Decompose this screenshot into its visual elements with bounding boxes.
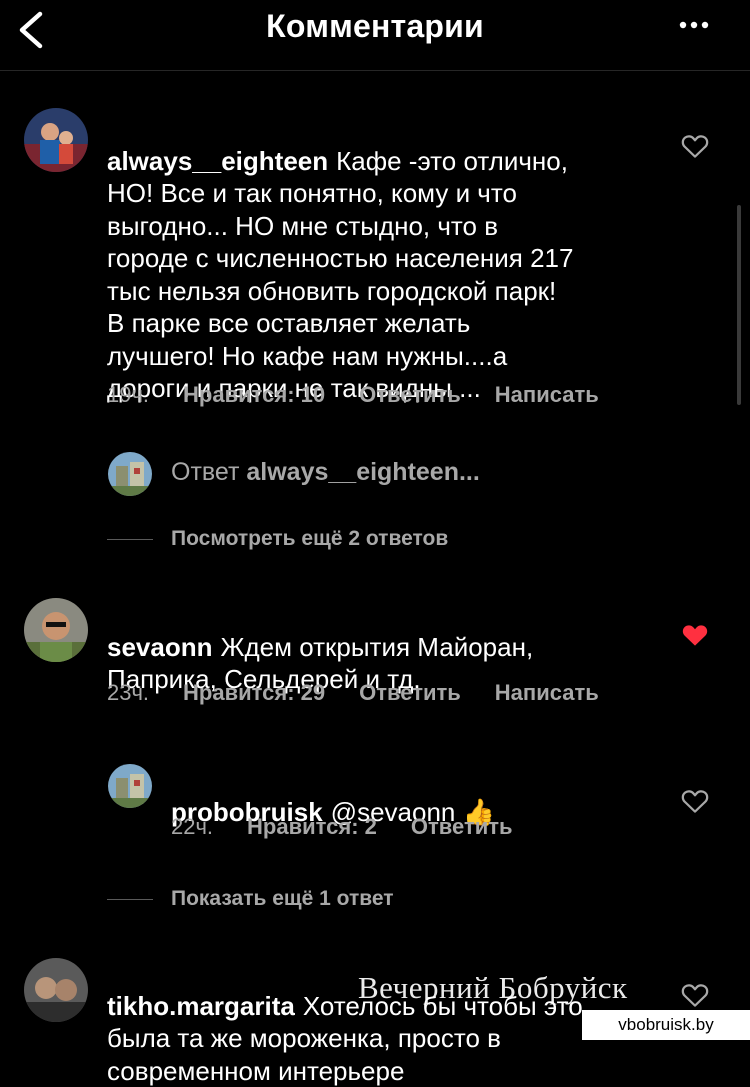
reply-button[interactable]: Ответить xyxy=(359,680,461,705)
page-title: Комментарии xyxy=(266,8,484,44)
reply-preview-username: always__eighteen... xyxy=(246,458,480,486)
heart-icon[interactable] xyxy=(680,786,710,816)
reply-time: 22ч. xyxy=(171,814,214,839)
reply-button[interactable]: Ответить xyxy=(359,382,461,407)
avatar[interactable] xyxy=(24,958,88,1022)
heart-filled-icon[interactable] xyxy=(680,620,710,650)
avatar[interactable] xyxy=(108,452,152,496)
comment-username[interactable]: sevaonn xyxy=(107,632,213,662)
watermark-title: Вечерний Бобруйск xyxy=(358,970,628,1005)
comment-text: always__eighteen Кафе -это отлично, НО! В… xyxy=(107,112,647,405)
reply-preview-prefix: Ответ xyxy=(171,458,240,486)
heart-icon[interactable] xyxy=(680,980,710,1010)
scrollbar[interactable] xyxy=(737,205,741,405)
comment-username[interactable]: tikho.margarita xyxy=(107,991,295,1021)
more-dots-icon[interactable] xyxy=(674,10,714,40)
avatar[interactable] xyxy=(108,764,152,808)
reply-meta: 22ч. Нравится: 2 Ответить xyxy=(171,814,547,840)
heart-icon[interactable] xyxy=(680,131,710,161)
show-more-replies-link[interactable]: Показать ещё 1 ответ xyxy=(171,887,394,911)
comment-meta: 23ч. Нравится: 29 Ответить Написать xyxy=(107,680,633,706)
divider xyxy=(107,899,153,900)
message-button[interactable]: Написать xyxy=(495,680,599,705)
divider xyxy=(107,539,153,540)
view-more-replies-link[interactable]: Посмотреть ещё 2 ответов xyxy=(171,527,448,551)
header: Комментарии xyxy=(0,0,750,71)
avatar[interactable] xyxy=(24,598,88,662)
likes-count[interactable]: Нравится: 10 xyxy=(183,382,325,407)
reply-preview[interactable]: Ответ always__eighteen... xyxy=(171,458,480,487)
comment-meta: 19ч. Нравится: 10 Ответить Написать xyxy=(107,382,633,408)
likes-count[interactable]: Нравится: 29 xyxy=(183,680,325,705)
reply-button[interactable]: Ответить xyxy=(411,814,513,839)
comment-time: 19ч. xyxy=(107,382,150,407)
comment-time: 23ч. xyxy=(107,680,150,705)
comment-body: Кафе -это отлично, НО! Все и так понятно… xyxy=(107,145,574,404)
likes-count[interactable]: Нравится: 2 xyxy=(247,814,377,839)
avatar[interactable] xyxy=(24,108,88,172)
comment-username[interactable]: always__eighteen xyxy=(107,146,328,176)
message-button[interactable]: Написать xyxy=(495,382,599,407)
watermark-site: vbobruisk.by xyxy=(582,1010,750,1040)
